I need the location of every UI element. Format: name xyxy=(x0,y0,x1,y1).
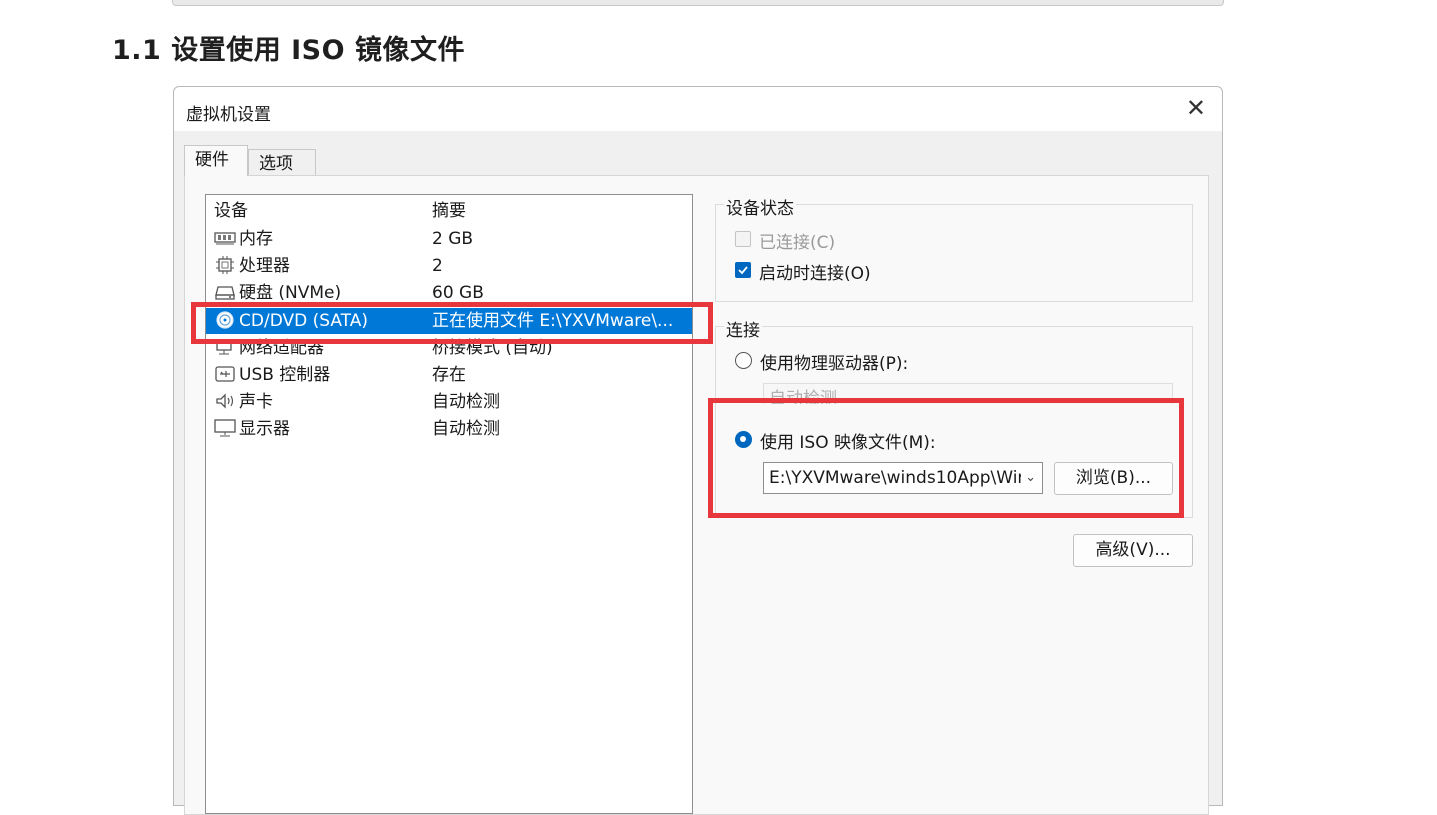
device-summary: 自动检测 xyxy=(432,392,500,412)
device-summary: 存在 xyxy=(432,365,466,385)
device-summary: 2 xyxy=(432,256,443,276)
iso-section-background xyxy=(717,404,1181,514)
device-row-display[interactable]: 显示器 自动检测 xyxy=(206,416,692,442)
device-row-disk[interactable]: 硬盘 (NVMe) 60 GB xyxy=(206,280,692,306)
check-icon xyxy=(738,266,748,275)
device-summary: 正在使用文件 E:\YXVMware\... xyxy=(432,311,674,331)
device-list-header: 设备 摘要 xyxy=(206,198,692,224)
device-row-cd-dvd[interactable]: CD/DVD (SATA) 正在使用文件 E:\YXVMware\... xyxy=(206,308,692,334)
device-name: 内存 xyxy=(239,229,273,249)
radio-dot-icon xyxy=(740,436,746,442)
device-summary: 2 GB xyxy=(432,229,474,249)
memory-icon xyxy=(214,232,236,245)
device-row-usb[interactable]: USB 控制器 存在 xyxy=(206,362,692,388)
device-row-sound[interactable]: 声卡 自动检测 xyxy=(206,389,692,415)
physical-drive-label: 使用物理驱动器(P): xyxy=(760,354,909,374)
connection-label: 连接 xyxy=(724,316,762,341)
iso-path-value: E:\YXVMware\winds10App\Wir xyxy=(769,468,1025,488)
previous-image-edge xyxy=(172,0,1224,6)
connected-label: 已连接(C) xyxy=(759,233,836,253)
display-icon xyxy=(214,419,236,437)
device-name: 声卡 xyxy=(239,392,273,412)
device-status-label: 设备状态 xyxy=(724,194,796,219)
sound-icon xyxy=(216,393,234,409)
vm-settings-dialog: 虚拟机设置 ✕ 硬件 选项 设备 摘要 内存 2 GB 处理器 2 硬盘 (NV… xyxy=(173,86,1223,815)
device-summary: 自动检测 xyxy=(432,419,500,439)
network-icon xyxy=(216,339,232,355)
device-name: 网络适配器 xyxy=(239,338,324,358)
disk-icon xyxy=(215,286,235,300)
iso-path-combo[interactable]: E:\YXVMware\winds10App\Wir ⌄ xyxy=(763,462,1043,494)
hardware-panel: 设备 摘要 内存 2 GB 处理器 2 硬盘 (NVMe) 60 GB CD/D… xyxy=(184,175,1209,815)
connected-checkbox[interactable] xyxy=(735,231,751,247)
device-row-memory[interactable]: 内存 2 GB xyxy=(206,226,692,252)
device-row-network[interactable]: 网络适配器 桥接模式 (自动) xyxy=(206,335,692,361)
dialog-title: 虚拟机设置 xyxy=(186,105,271,125)
header-device: 设备 xyxy=(214,201,248,221)
device-name: 显示器 xyxy=(239,419,290,439)
usb-icon xyxy=(215,366,235,382)
iso-image-radio[interactable] xyxy=(735,431,752,448)
header-summary: 摘要 xyxy=(432,201,466,221)
device-row-processor[interactable]: 处理器 2 xyxy=(206,253,692,279)
device-name: 处理器 xyxy=(239,256,290,276)
physical-drive-radio[interactable] xyxy=(735,352,752,369)
device-summary: 桥接模式 (自动) xyxy=(432,338,553,358)
tab-options[interactable]: 选项 xyxy=(248,149,316,177)
device-list[interactable]: 设备 摘要 内存 2 GB 处理器 2 硬盘 (NVMe) 60 GB CD/D… xyxy=(205,194,693,814)
connect-at-power-on-label: 启动时连接(O) xyxy=(759,264,871,284)
device-name: USB 控制器 xyxy=(239,365,331,385)
article-heading: 1.1 设置使用 ISO 镜像文件 xyxy=(112,35,465,66)
chevron-down-icon: ⌄ xyxy=(1021,463,1036,493)
close-icon[interactable]: ✕ xyxy=(1186,95,1206,123)
device-summary: 60 GB xyxy=(432,283,484,303)
connect-at-power-on-checkbox[interactable] xyxy=(735,262,751,278)
device-name: 硬盘 (NVMe) xyxy=(239,283,342,303)
browse-button[interactable]: 浏览(B)... xyxy=(1054,462,1173,495)
device-name: CD/DVD (SATA) xyxy=(239,311,368,331)
iso-image-label: 使用 ISO 映像文件(M): xyxy=(760,433,936,453)
advanced-button[interactable]: 高级(V)... xyxy=(1073,534,1193,567)
dialog-titlebar: 虚拟机设置 ✕ xyxy=(174,87,1222,131)
cd-dvd-icon xyxy=(216,311,234,329)
cpu-icon xyxy=(216,256,234,274)
tab-hardware[interactable]: 硬件 xyxy=(184,145,248,176)
